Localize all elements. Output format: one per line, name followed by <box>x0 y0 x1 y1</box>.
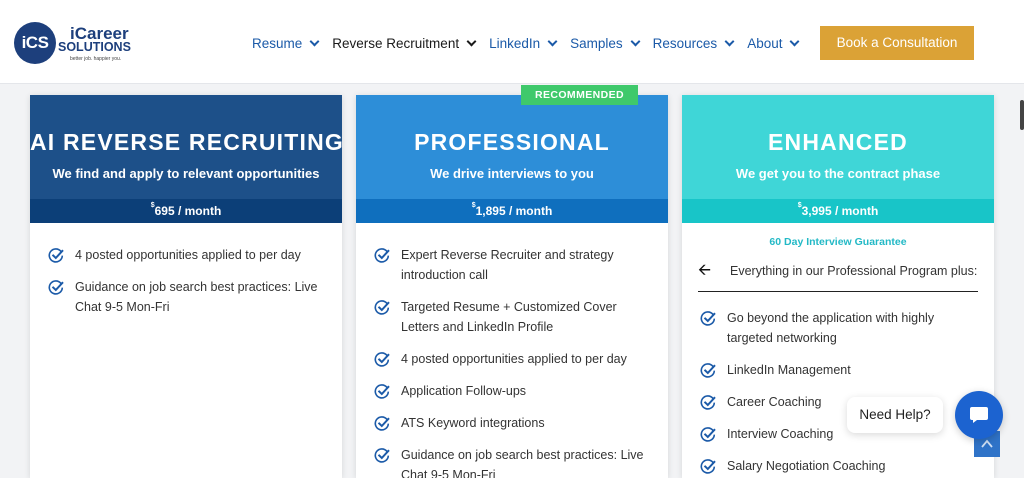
check-icon <box>700 459 716 474</box>
feature-item: Guidance on job search best practices: L… <box>374 445 650 478</box>
nav-label: Resume <box>252 36 303 51</box>
feature-text: Guidance on job search best practices: L… <box>75 280 318 314</box>
chevron-down-icon <box>790 36 800 47</box>
plan-price-bar: $3,995 / month <box>682 199 994 223</box>
site-header: iCS iCareer SOLUTIONS better job. happie… <box>0 0 1024 84</box>
plan-title: ENHANCED <box>768 129 908 155</box>
check-icon <box>700 395 716 410</box>
book-consultation-button[interactable]: Book a Consultation <box>820 26 974 60</box>
nav-item-resources[interactable]: Resources <box>652 36 735 51</box>
feature-text: 4 posted opportunities applied to per da… <box>75 248 301 262</box>
feature-text: Go beyond the application with highly ta… <box>727 311 935 345</box>
feature-item: 4 posted opportunities applied to per da… <box>374 349 650 369</box>
chevron-down-icon <box>630 36 641 47</box>
feature-text: Application Follow-ups <box>401 384 527 398</box>
check-icon <box>374 300 390 315</box>
arrow-up-icon <box>981 439 993 448</box>
feature-list: Expert Reverse Recruiter and strategy in… <box>356 223 668 478</box>
feature-text: LinkedIn Management <box>727 363 851 377</box>
feature-item: Application Follow-ups <box>374 381 650 401</box>
check-icon <box>374 416 390 431</box>
plan-card-professional: PROFESSIONAL We drive interviews to you … <box>356 95 668 478</box>
check-icon <box>374 384 390 399</box>
chevron-down-icon <box>466 36 477 47</box>
nav-label: LinkedIn <box>489 36 541 51</box>
nav-item-linkedin[interactable]: LinkedIn <box>489 36 558 51</box>
plan-subtitle: We get you to the contract phase <box>735 166 941 181</box>
plan-price-bar: $1,895 / month <box>356 199 668 223</box>
feature-item: Targeted Resume + Customized Cover Lette… <box>374 297 650 337</box>
logo-text-line2: SOLUTIONS <box>58 40 131 54</box>
plan-title: AI REVERSE RECRUITING <box>30 129 342 155</box>
nav-label: Reverse Recruitment <box>332 36 460 51</box>
feature-text: Interview Coaching <box>727 427 834 441</box>
plan-price: 3,995 / month <box>801 204 879 218</box>
feature-text: Salary Negotiation Coaching <box>727 459 886 473</box>
interview-guarantee: 60 Day Interview Guarantee <box>769 236 907 248</box>
chat-icon <box>970 407 988 423</box>
plan-header: AI REVERSE RECRUITING We find and apply … <box>30 95 342 199</box>
logo-tagline: better job. happier you. <box>70 56 122 62</box>
check-icon <box>374 352 390 367</box>
check-icon <box>374 248 390 263</box>
feature-item: ATS Keyword integrations <box>374 413 650 433</box>
feature-text: Guidance on job search best practices: L… <box>401 448 644 478</box>
feature-item: Go beyond the application with highly ta… <box>700 308 976 348</box>
nav-item-reverse-recruitment[interactable]: Reverse Recruitment <box>332 36 477 51</box>
recommended-badge: RECOMMENDED <box>521 85 638 105</box>
main-nav: Resume Reverse Recruitment LinkedIn Samp… <box>252 36 812 51</box>
need-help-bubble[interactable]: Need Help? <box>847 397 943 433</box>
nav-item-about[interactable]: About <box>747 36 800 51</box>
nav-label: Resources <box>652 36 718 51</box>
plan-header: ENHANCED We get you to the contract phas… <box>682 95 994 199</box>
feature-text: ATS Keyword integrations <box>401 416 545 430</box>
feature-item: LinkedIn Management <box>700 360 976 380</box>
feature-item: Guidance on job search best practices: L… <box>48 277 324 317</box>
plan-price: 695 / month <box>154 204 222 218</box>
nav-item-samples[interactable]: Samples <box>570 36 641 51</box>
nav-label: About <box>747 36 783 51</box>
check-icon <box>374 448 390 463</box>
plan-card-ai-reverse-recruiting: AI REVERSE RECRUITING We find and apply … <box>30 95 342 478</box>
check-icon <box>48 248 64 263</box>
plus-row: 🡨 Everything in our Professional Program… <box>698 261 978 292</box>
plan-price: 1,895 / month <box>475 204 553 218</box>
check-icon <box>700 363 716 378</box>
feature-item: Expert Reverse Recruiter and strategy in… <box>374 245 650 285</box>
feature-text: Career Coaching <box>727 395 822 409</box>
chevron-down-icon <box>309 36 320 47</box>
scrollbar-thumb[interactable] <box>1020 100 1024 130</box>
feature-list: 4 posted opportunities applied to per da… <box>30 223 342 317</box>
check-icon <box>700 427 716 442</box>
chevron-down-icon <box>724 36 735 47</box>
plan-price-bar: $695 / month <box>30 199 342 223</box>
arrow-left-icon: 🡨 <box>698 262 711 279</box>
plan-card-enhanced: ENHANCED We get you to the contract phas… <box>682 95 994 478</box>
page-scrollbar[interactable] <box>1018 84 1024 478</box>
plan-subtitle: We drive interviews to you <box>430 166 594 181</box>
feature-list: Go beyond the application with highly ta… <box>682 292 994 476</box>
plan-subtitle: We find and apply to relevant opportunit… <box>52 166 320 181</box>
feature-text: 4 posted opportunities applied to per da… <box>401 352 627 366</box>
nav-item-resume[interactable]: Resume <box>252 36 320 51</box>
plan-header: PROFESSIONAL We drive interviews to you <box>356 95 668 199</box>
feature-text: Expert Reverse Recruiter and strategy in… <box>401 248 614 282</box>
feature-text: Targeted Resume + Customized Cover Lette… <box>401 300 617 334</box>
nav-label: Samples <box>570 36 623 51</box>
chat-button[interactable] <box>955 391 1003 439</box>
feature-item: Salary Negotiation Coaching <box>700 456 976 476</box>
site-logo[interactable]: iCS iCareer SOLUTIONS better job. happie… <box>14 22 144 66</box>
chevron-down-icon <box>547 36 558 47</box>
feature-item: 4 posted opportunities applied to per da… <box>48 245 324 265</box>
check-icon <box>48 280 64 295</box>
check-icon <box>700 311 716 326</box>
logo-mark: iCS <box>14 22 56 64</box>
plus-text: Everything in our Professional Program p… <box>730 264 978 278</box>
